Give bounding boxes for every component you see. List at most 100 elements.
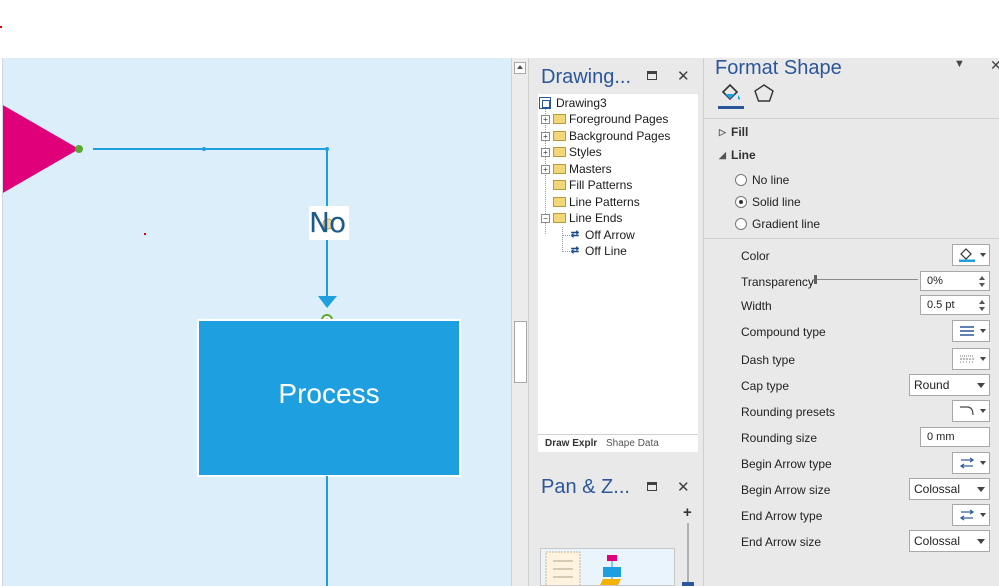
drawing-explorer-panel: Drawing... ✕ Drawing3 + Foreground Pages… — [528, 58, 703, 586]
folder-icon — [553, 131, 566, 141]
tree-item-fill-patterns[interactable]: Fill Patterns — [553, 177, 632, 193]
dash-type-button[interactable] — [952, 348, 990, 370]
folder-icon — [553, 180, 566, 190]
begin-arrow-size-select[interactable]: Colossal — [909, 478, 990, 500]
no-line-option[interactable]: No line — [735, 172, 789, 188]
rounding-size-input[interactable]: 0 mm — [920, 427, 990, 447]
chevron-down-icon — [980, 513, 986, 517]
panel-options-dropdown-icon[interactable]: ▼ — [954, 58, 965, 70]
dash-lines-icon — [960, 355, 974, 363]
zoom-in-button[interactable]: + — [683, 504, 692, 521]
spin-up-icon[interactable] — [979, 300, 985, 304]
expand-icon[interactable]: + — [541, 164, 550, 174]
transparency-spinner[interactable]: 0% — [920, 271, 990, 291]
spin-down-icon[interactable] — [979, 283, 985, 287]
cap-type-value: Round — [914, 378, 950, 392]
arrow-type-icon — [959, 509, 975, 521]
tree-item-off-arrow[interactable]: ⇄ Off Arrow — [569, 227, 635, 243]
compound-type-button[interactable] — [952, 320, 990, 342]
tree-item-line-ends[interactable]: − Line Ends — [541, 210, 622, 226]
expand-icon[interactable]: + — [541, 131, 550, 141]
width-spinner[interactable]: 0.5 pt — [920, 295, 990, 315]
spin-down-icon[interactable] — [979, 307, 985, 311]
scroll-up-button[interactable] — [514, 62, 526, 74]
scroll-thumb[interactable] — [514, 321, 527, 383]
explorer-tabs: Draw Explr Shape Data — [538, 434, 698, 452]
fill-section-header[interactable]: ▷ Fill — [719, 124, 748, 140]
close-icon[interactable]: ✕ — [677, 478, 690, 496]
transparency-slider-thumb[interactable] — [814, 275, 817, 284]
canvas-vertical-scrollbar[interactable] — [511, 58, 528, 586]
connector-midpoint[interactable] — [202, 147, 206, 151]
expand-icon[interactable]: + — [541, 114, 550, 124]
pan-zoom-title: Pan & Z... — [541, 476, 630, 498]
zoom-slider[interactable] — [687, 523, 689, 586]
tree-item-styles[interactable]: + Styles — [541, 144, 602, 160]
tree-item-line-patterns[interactable]: Line Patterns — [553, 194, 640, 210]
solid-line-option[interactable]: Solid line — [735, 194, 801, 210]
no-line-radio[interactable] — [735, 174, 747, 186]
tab-shape-data[interactable]: Shape Data — [606, 438, 659, 449]
tree-item-drawing[interactable]: Drawing3 — [539, 95, 607, 111]
expand-icon[interactable]: + — [541, 147, 550, 157]
tree-item-label: Off Arrow — [585, 228, 635, 242]
restore-icon[interactable] — [647, 482, 657, 491]
solid-line-radio[interactable] — [735, 196, 747, 208]
gradient-line-option[interactable]: Gradient line — [735, 216, 820, 232]
line-section-header[interactable]: ◢ Line — [719, 147, 756, 163]
transparency-label: Transparency — [741, 275, 814, 289]
line-color-button[interactable] — [952, 244, 990, 266]
close-icon[interactable]: ✕ — [990, 57, 999, 74]
end-arrow-size-select[interactable]: Colossal — [909, 530, 990, 552]
fill-section-label: Fill — [731, 125, 749, 139]
effects-pentagon-icon[interactable] — [753, 83, 775, 103]
tree-item-background-pages[interactable]: + Background Pages — [541, 128, 670, 144]
chevron-down-icon — [977, 539, 985, 544]
chevron-down-icon — [980, 357, 986, 361]
transparency-slider-track[interactable] — [814, 279, 918, 280]
close-icon[interactable]: ✕ — [677, 67, 690, 85]
drawing-explorer-title: Drawing... — [541, 66, 632, 88]
drawing-canvas[interactable]: No Process — [2, 58, 511, 586]
tree-item-off-line[interactable]: ⇄ Off Line — [569, 243, 627, 259]
spin-up-icon[interactable] — [979, 276, 985, 280]
pan-zoom-preview[interactable] — [540, 548, 675, 586]
line-section-label: Line — [731, 148, 756, 162]
collapse-icon[interactable]: − — [541, 213, 550, 223]
chevron-down-icon: ◢ — [719, 149, 726, 160]
folder-icon — [553, 197, 566, 207]
line-end-icon: ⇄ — [570, 229, 580, 240]
canvas-shapes — [3, 104, 461, 586]
red-marker-canvas — [144, 233, 146, 235]
end-arrow-type-button[interactable] — [952, 504, 990, 526]
begin-arrow-type-button[interactable] — [952, 452, 990, 474]
triangle-shape[interactable] — [3, 104, 79, 194]
chevron-down-icon — [980, 461, 986, 465]
solid-line-label: Solid line — [752, 195, 801, 209]
rounding-presets-button[interactable] — [952, 400, 990, 422]
cap-type-select[interactable]: Round — [909, 374, 990, 396]
width-value: 0.5 pt — [927, 299, 955, 311]
begin-arrow-size-value: Colossal — [914, 482, 961, 496]
connector-midpoint-2[interactable] — [325, 147, 329, 151]
tree-item-foreground-pages[interactable]: + Foreground Pages — [541, 111, 668, 127]
line-end-icon: ⇄ — [570, 245, 580, 256]
gradient-line-radio[interactable] — [735, 218, 747, 230]
connection-point-start[interactable] — [75, 145, 83, 153]
zoom-slider-thumb[interactable] — [682, 582, 694, 586]
fill-line-tab-icon[interactable] — [720, 83, 742, 103]
end-arrow-type-label: End Arrow type — [741, 509, 823, 523]
restore-icon[interactable] — [647, 71, 657, 80]
connector-line[interactable] — [93, 148, 328, 296]
tree-item-masters[interactable]: + Masters — [541, 161, 612, 177]
rounding-size-value: 0 mm — [927, 431, 955, 443]
process-label[interactable]: Process — [198, 378, 460, 410]
tab-draw-explorer[interactable]: Draw Explr — [545, 438, 597, 449]
no-label[interactable]: No — [309, 206, 346, 239]
end-arrow-size-value: Colossal — [914, 534, 961, 548]
no-line-label: No line — [752, 173, 790, 187]
format-shape-title: Format Shape — [715, 57, 842, 79]
color-label: Color — [741, 249, 770, 263]
divider — [704, 118, 999, 119]
chevron-down-icon — [977, 383, 985, 388]
